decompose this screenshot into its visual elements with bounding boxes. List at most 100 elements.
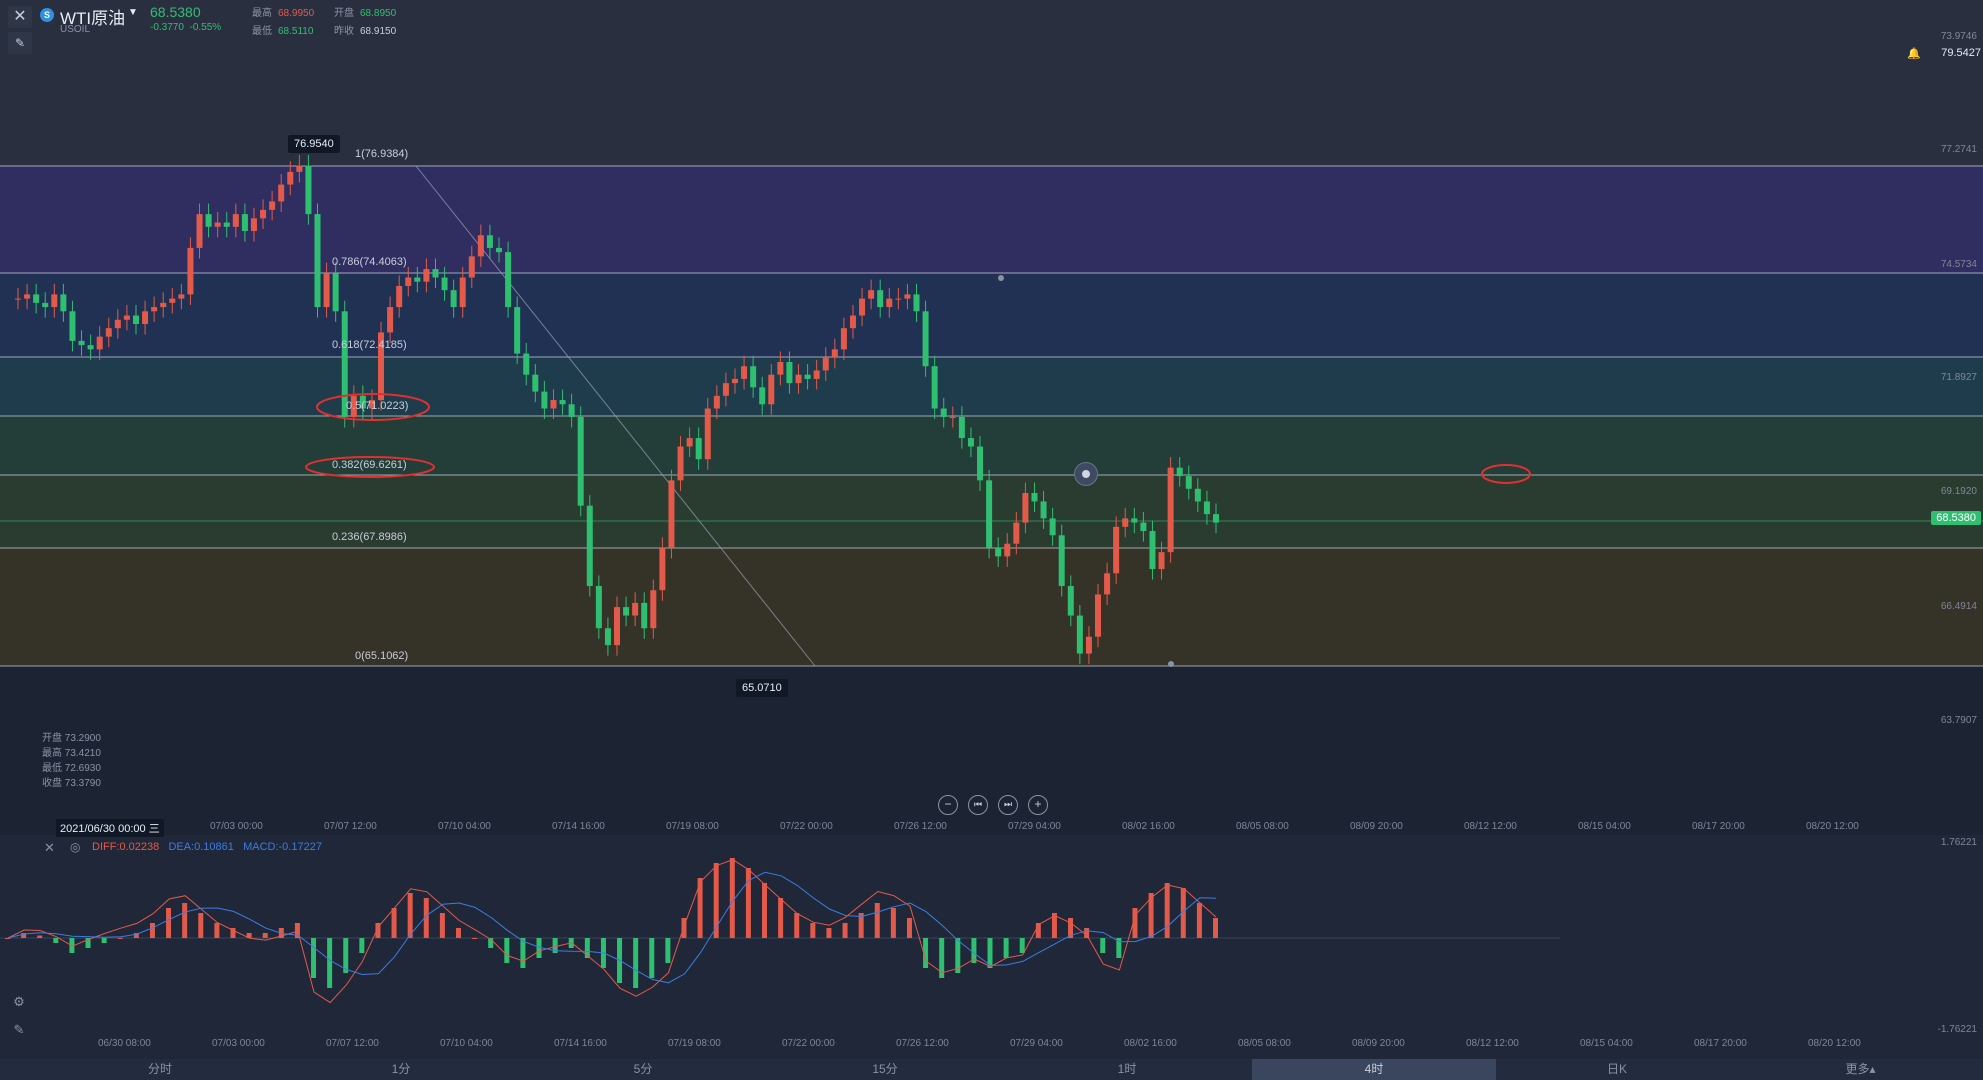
candle <box>269 201 276 210</box>
candle <box>1104 573 1111 595</box>
macd-bar <box>53 938 59 943</box>
macd-time-tick: 07/26 12:00 <box>896 1038 949 1049</box>
alert-price[interactable]: 79.5427 <box>1941 47 1981 59</box>
macd-bar <box>472 938 478 939</box>
low-label: 最低 <box>252 26 272 37</box>
macd-bar <box>198 913 204 938</box>
timeframe-bar: 分时 1分 5分 15分 1时 4时 日K 更多▴ <box>0 1059 1983 1080</box>
step-forward-icon[interactable]: ⏭ <box>998 795 1018 815</box>
price-tick: 77.2741 <box>1940 144 1977 155</box>
low-stat: 最低 68.5110 <box>252 22 313 37</box>
step-back-icon[interactable]: ⏮ <box>968 795 988 815</box>
fib-band <box>0 416 1983 475</box>
candle <box>196 214 203 248</box>
candle <box>840 328 847 350</box>
zoom-out-icon[interactable]: − <box>938 795 958 815</box>
candle <box>1031 493 1038 502</box>
macd-bar <box>1100 938 1106 953</box>
macd-bar <box>262 933 268 938</box>
candle <box>604 628 611 646</box>
tab-1m[interactable]: 1分 <box>280 1059 522 1080</box>
open-label: 开盘 <box>334 8 354 19</box>
macd-time-tick: 07/14 16:00 <box>554 1038 607 1049</box>
candle <box>722 383 729 396</box>
fib-label: 1(76.9384) <box>355 148 409 160</box>
fib-handle[interactable] <box>1168 661 1174 667</box>
macd-time-tick: 08/12 12:00 <box>1466 1038 1519 1049</box>
tab-fenshi[interactable]: 分时 <box>40 1059 280 1080</box>
time-tick: 07/10 04:00 <box>438 821 491 832</box>
candle <box>768 374 775 405</box>
close-icon[interactable]: ✕ <box>44 840 55 856</box>
candle <box>405 277 412 286</box>
tab-5m[interactable]: 5分 <box>522 1059 764 1080</box>
candle <box>1203 501 1210 515</box>
tab-4h[interactable]: 4时 <box>1252 1059 1496 1080</box>
macd-bar <box>311 938 317 978</box>
candle <box>550 400 557 409</box>
tab-day[interactable]: 日K <box>1496 1059 1738 1080</box>
candle <box>641 602 648 629</box>
candle <box>1067 585 1074 616</box>
chevron-down-icon[interactable]: ▼ <box>128 7 138 18</box>
pencil-icon[interactable]: ✎ <box>8 32 32 54</box>
candle <box>1013 522 1020 544</box>
close-icon[interactable]: ✕ <box>8 6 32 28</box>
time-tick: 07/03 00:00 <box>210 821 263 832</box>
tab-15m[interactable]: 15分 <box>764 1059 1006 1080</box>
settings-icon[interactable]: ◎ <box>70 840 80 854</box>
bell-icon[interactable]: 🔔 <box>1907 47 1921 60</box>
candle <box>886 298 893 308</box>
candle <box>559 400 566 405</box>
candle <box>831 349 838 358</box>
macd-bar <box>439 913 445 938</box>
candle <box>895 298 902 300</box>
candle <box>114 319 121 329</box>
crosshair-open: 开盘 73.2900 <box>42 729 101 744</box>
fib-band <box>0 273 1983 357</box>
prev-close-stat: 昨收 68.9150 <box>334 22 396 37</box>
time-tick: 08/15 04:00 <box>1578 821 1631 832</box>
draw-icon[interactable]: ✎ <box>8 1022 30 1042</box>
tab-more[interactable]: 更多▴ <box>1738 1059 1983 1080</box>
move-handle[interactable] <box>1074 462 1098 486</box>
macd-bar <box>149 923 155 938</box>
fib-label: 0.5(71.0223) <box>346 400 409 412</box>
candle <box>1158 552 1165 570</box>
macd-bar <box>745 868 751 938</box>
candle <box>759 387 766 405</box>
tab-1h[interactable]: 1时 <box>1006 1059 1248 1080</box>
fib-label: 0.382(69.6261) <box>332 459 407 471</box>
dea-value: 0.10861 <box>194 841 234 853</box>
crosshair-date: 2021/06/30 00:00 三 <box>56 819 164 837</box>
prev-close-value: 68.9150 <box>360 26 397 37</box>
candle <box>296 165 303 172</box>
candle <box>849 315 856 329</box>
candle <box>750 366 757 388</box>
candle <box>577 416 584 506</box>
macd-bar <box>327 938 333 988</box>
candle <box>786 362 793 384</box>
candle <box>704 408 711 460</box>
macd-bar <box>649 938 655 978</box>
macd-bar <box>1196 903 1202 938</box>
candle <box>777 362 784 375</box>
time-tick: 07/07 12:00 <box>324 821 377 832</box>
time-tick: 08/12 12:00 <box>1464 821 1517 832</box>
last-price: 68.5380 <box>150 4 201 20</box>
candle <box>468 256 475 278</box>
macd-bar <box>101 938 107 943</box>
candle <box>1076 615 1083 654</box>
crosshair-low-value: 72.6930 <box>64 763 101 774</box>
indicator-icon[interactable]: ⚙ <box>8 994 30 1014</box>
candle <box>287 171 294 185</box>
candle <box>1113 526 1120 574</box>
fib-handle[interactable] <box>998 275 1004 281</box>
macd-bar <box>1003 938 1009 958</box>
candle <box>668 480 675 548</box>
macd-bar <box>665 938 671 963</box>
candle <box>1040 501 1047 519</box>
candlestick-chart[interactable] <box>0 0 1983 1080</box>
candle <box>414 277 421 282</box>
zoom-in-icon[interactable]: + <box>1028 795 1048 815</box>
